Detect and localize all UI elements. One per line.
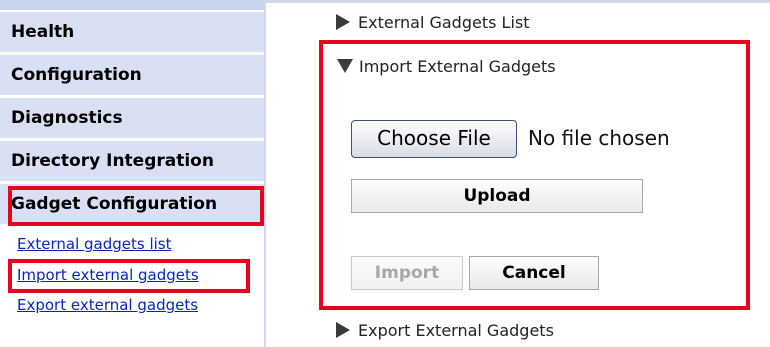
external-gadgets-list-toggle[interactable]: External Gadgets List <box>336 13 530 32</box>
collapsed-arrow-icon <box>336 321 350 338</box>
export-gadgets-label: Export External Gadgets <box>358 321 554 340</box>
link-external-gadgets-list[interactable]: External gadgets list <box>17 235 171 253</box>
nav-section-directory-integration[interactable]: Directory Integration <box>0 141 264 183</box>
import-panel-title-label: Import External Gadgets <box>359 57 556 76</box>
external-gadgets-list-label: External Gadgets List <box>358 13 530 32</box>
nav-section-label: Gadget Configuration <box>11 194 218 214</box>
gadget-sub-links: External gadgets list Import external ga… <box>0 226 264 347</box>
nav-section-diagnostics[interactable]: Diagnostics <box>0 98 264 140</box>
nav-section-label: Diagnostics <box>11 108 123 128</box>
sidebar-top-strip <box>0 0 264 10</box>
nav-section-health[interactable]: Health <box>0 12 264 54</box>
main-content: External Gadgets List Import External Ga… <box>266 0 770 347</box>
collapsed-arrow-icon <box>336 13 350 30</box>
choose-file-button[interactable]: Choose File <box>351 120 517 158</box>
import-panel-title[interactable]: Import External Gadgets <box>337 57 556 76</box>
cancel-button[interactable]: Cancel <box>469 256 599 290</box>
expanded-arrow-icon <box>337 58 353 73</box>
sidebar: Health Configuration Diagnostics Directo… <box>0 0 264 347</box>
nav-section-configuration[interactable]: Configuration <box>0 55 264 97</box>
import-gadgets-panel: Import External Gadgets Choose File No f… <box>319 40 750 310</box>
nav-section-label: Directory Integration <box>11 151 214 171</box>
file-status-text: No file chosen <box>528 126 670 150</box>
top-rule <box>266 0 770 3</box>
nav-section-label: Health <box>11 22 75 42</box>
link-export-external-gadgets[interactable]: Export external gadgets <box>17 296 198 314</box>
link-import-external-gadgets[interactable]: Import external gadgets <box>17 266 199 284</box>
import-button[interactable]: Import <box>351 256 463 290</box>
export-gadgets-toggle[interactable]: Export External Gadgets <box>336 321 554 340</box>
upload-button[interactable]: Upload <box>351 179 643 213</box>
nav-section-label: Configuration <box>11 65 142 85</box>
nav-section-gadget-configuration[interactable]: Gadget Configuration <box>0 184 264 226</box>
